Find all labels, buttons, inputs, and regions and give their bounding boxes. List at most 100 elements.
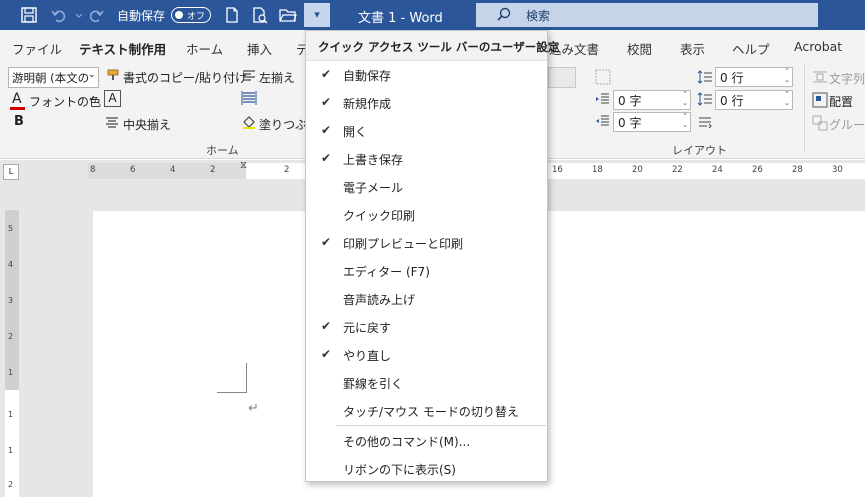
menu-item-label: 電子メール bbox=[343, 181, 404, 195]
tab-selector-icon[interactable]: L bbox=[3, 164, 19, 180]
font-name-value: 游明朝 (本文の bbox=[12, 71, 90, 85]
indent-marker-icon[interactable]: ⧖ bbox=[240, 160, 247, 171]
chevron-down-icon[interactable]: ⌄ bbox=[88, 93, 96, 103]
spin-arrows-icon[interactable]: ⌃ ⌄ bbox=[682, 90, 688, 108]
autosave-state: オフ bbox=[187, 12, 206, 22]
bold-button[interactable]: B bbox=[14, 114, 24, 129]
search-icon bbox=[496, 7, 512, 23]
menu-item[interactable]: ✔ 元に戻す bbox=[306, 313, 547, 341]
undo-icon[interactable] bbox=[50, 6, 68, 24]
menu-item[interactable]: ✔ 自動保存 bbox=[306, 61, 547, 89]
search-label: 検索 bbox=[526, 9, 551, 23]
show-below-ribbon-label: リボンの下に表示(S) bbox=[343, 463, 456, 477]
menu-item[interactable]: 音声読み上げ bbox=[306, 285, 547, 313]
paint-bucket-icon bbox=[241, 114, 257, 130]
group-icon bbox=[812, 115, 828, 131]
tab-insert[interactable]: 挿入 bbox=[247, 39, 272, 58]
spacing-before-spin[interactable]: 0 行 ⌃ ⌄ bbox=[715, 67, 793, 87]
indent-left-icon bbox=[595, 91, 611, 107]
vruler-number: 5 bbox=[8, 224, 14, 233]
ruler-number: 6 bbox=[130, 165, 136, 175]
chevron-down-icon[interactable]: ⌄ bbox=[88, 70, 96, 80]
vruler-number: 1 bbox=[8, 368, 14, 377]
customize-qat-button[interactable]: ▾ bbox=[304, 3, 330, 27]
wrap-text-button[interactable]: 文字列 bbox=[829, 70, 865, 87]
line-spacing-icon[interactable] bbox=[697, 114, 713, 130]
show-below-ribbon-item[interactable]: リボンの下に表示(S) bbox=[306, 455, 547, 483]
menu-item[interactable]: 電子メール bbox=[306, 173, 547, 201]
menu-item[interactable]: エディター (F7) bbox=[306, 257, 547, 285]
redo-icon[interactable] bbox=[87, 6, 105, 24]
ruler-number: 4 bbox=[170, 165, 176, 175]
new-document-icon[interactable] bbox=[223, 6, 241, 24]
ruler-number: 26 bbox=[752, 165, 763, 175]
menu-item[interactable]: クイック印刷 bbox=[306, 201, 547, 229]
distributed-align-icon[interactable] bbox=[241, 90, 257, 106]
save-icon[interactable] bbox=[20, 6, 38, 24]
menu-item-label: 音声読み上げ bbox=[343, 293, 416, 307]
ruler-number: 2 bbox=[284, 165, 290, 175]
search-box[interactable]: 検索 bbox=[476, 3, 818, 27]
character-border-icon[interactable]: A bbox=[104, 90, 121, 107]
menu-item-label: 上書き保存 bbox=[343, 153, 404, 167]
checkmark-icon: ✔ bbox=[321, 123, 332, 137]
tab-text-production[interactable]: テキスト制作用 bbox=[79, 39, 167, 64]
vruler-number: 1 bbox=[8, 446, 14, 455]
undo-dropdown-icon[interactable] bbox=[70, 6, 83, 24]
menu-item-label: 新規作成 bbox=[343, 97, 392, 111]
menu-item[interactable]: ✔ 印刷プレビューと印刷 bbox=[306, 229, 547, 257]
vertical-ruler[interactable]: 5 4 3 2 1 1 1 2 bbox=[5, 210, 19, 497]
position-button[interactable]: 配置 bbox=[829, 93, 853, 110]
checkmark-icon: ✔ bbox=[321, 67, 332, 81]
checkmark-icon: ✔ bbox=[321, 347, 332, 361]
more-commands-label: その他のコマンド(M)... bbox=[343, 435, 471, 449]
align-left-button[interactable]: 左揃え bbox=[259, 69, 295, 86]
menu-item[interactable]: ✔ 上書き保存 bbox=[306, 145, 547, 173]
group-button[interactable]: グルー bbox=[829, 116, 865, 133]
tab-home[interactable]: ホーム bbox=[186, 39, 223, 58]
ruler-number: 8 bbox=[90, 165, 96, 175]
ruler-number: 18 bbox=[592, 165, 603, 175]
tab-help[interactable]: ヘルプ bbox=[732, 39, 770, 58]
spacing-after-icon bbox=[697, 91, 713, 107]
group-label-home: ホーム bbox=[206, 144, 239, 157]
checkmark-icon: ✔ bbox=[321, 235, 332, 249]
open-folder-icon[interactable] bbox=[279, 6, 297, 24]
more-commands-item[interactable]: その他のコマンド(M)... bbox=[306, 427, 547, 455]
indent-right-spin[interactable]: 0 字 ⌃ ⌄ bbox=[613, 112, 691, 132]
format-painter-button[interactable]: 書式のコピー/貼り付け bbox=[123, 69, 247, 86]
menu-item-label: 罫線を引く bbox=[343, 377, 404, 391]
center-align-button[interactable]: 中央揃え bbox=[123, 116, 171, 133]
autosave-label: 自動保存 bbox=[117, 9, 166, 23]
indent-left-spin[interactable]: 0 字 ⌃ ⌄ bbox=[613, 90, 691, 110]
font-name-select[interactable]: 游明朝 (本文の bbox=[8, 67, 99, 88]
menu-item[interactable]: 罫線を引く bbox=[306, 369, 547, 397]
chevron-down-icon: ▾ bbox=[314, 8, 320, 21]
print-preview-icon[interactable] bbox=[251, 6, 269, 24]
menu-item[interactable]: ✔ 新規作成 bbox=[306, 89, 547, 117]
font-color-icon: A bbox=[12, 91, 22, 107]
spin-arrows-icon[interactable]: ⌃ ⌄ bbox=[682, 112, 688, 130]
indent-right-value: 0 字 bbox=[618, 116, 642, 130]
align-left-icon bbox=[241, 68, 257, 84]
menu-item[interactable]: ✔ やり直し bbox=[306, 341, 547, 369]
spacing-before-icon bbox=[697, 69, 713, 85]
document-title: 文書 1 - Word bbox=[358, 11, 443, 26]
checkmark-icon: ✔ bbox=[321, 95, 332, 109]
menu-item[interactable]: ✔ 開く bbox=[306, 117, 547, 145]
menu-item[interactable]: タッチ/マウス モードの切り替え bbox=[306, 397, 547, 425]
tab-view[interactable]: 表示 bbox=[680, 39, 705, 58]
indent-left-value: 0 字 bbox=[618, 94, 642, 108]
spin-arrows-icon[interactable]: ⌃ ⌄ bbox=[784, 67, 790, 85]
font-color-swatch bbox=[10, 107, 25, 110]
tab-acrobat[interactable]: Acrobat bbox=[794, 39, 842, 54]
tab-review[interactable]: 校閲 bbox=[627, 39, 652, 58]
spin-arrows-icon[interactable]: ⌃ ⌄ bbox=[784, 90, 790, 108]
spacing-after-spin[interactable]: 0 行 ⌃ ⌄ bbox=[715, 90, 793, 110]
vruler-number: 1 bbox=[8, 410, 14, 419]
menu-item-label: 元に戻す bbox=[343, 321, 392, 335]
autosave-toggle[interactable]: オフ bbox=[171, 7, 211, 23]
menu-item-label: エディター (F7) bbox=[343, 265, 430, 279]
tab-file[interactable]: ファイル bbox=[12, 39, 62, 58]
margin-corner-mark bbox=[217, 363, 247, 393]
